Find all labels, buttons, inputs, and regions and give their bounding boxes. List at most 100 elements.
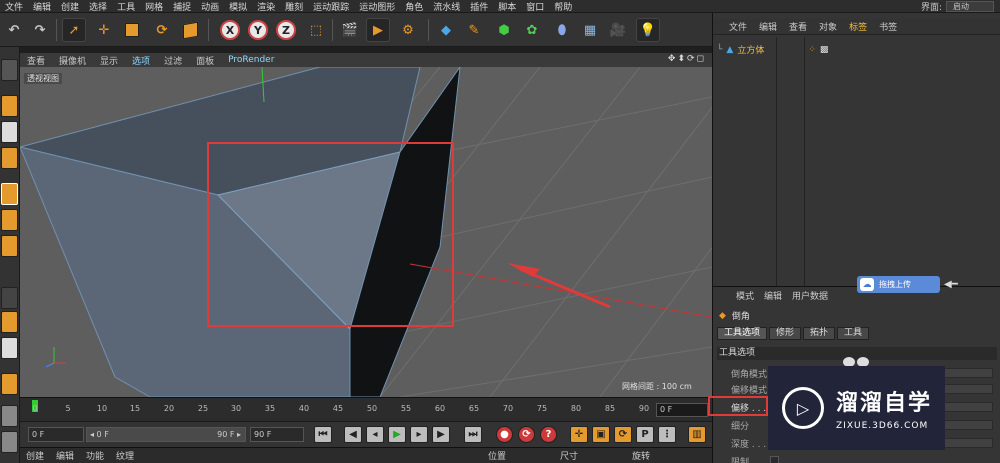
viewport-menu-display[interactable]: 显示 [93, 54, 125, 67]
viewport-menu-filter[interactable]: 过滤 [157, 54, 189, 67]
menu-tools[interactable]: 工具 [112, 0, 140, 13]
go-to-start-icon[interactable]: ⏮ [314, 426, 332, 443]
live-selection-icon[interactable] [178, 18, 202, 42]
z-axis-toggle[interactable]: Z [274, 18, 298, 42]
obj-menu-view[interactable]: 查看 [783, 20, 813, 33]
snap-icon[interactable] [1, 337, 18, 359]
viewport-menu-panel[interactable]: 面板 [189, 54, 221, 67]
menu-plugins[interactable]: 插件 [465, 0, 493, 13]
tab-tool[interactable]: 工具 [837, 327, 870, 340]
viewport-menu-prorender[interactable]: ProRender [221, 55, 281, 65]
menu-edit[interactable]: 编辑 [28, 0, 56, 13]
cloner-icon[interactable]: ✿ [520, 18, 544, 42]
menu-character[interactable]: 角色 [400, 0, 428, 13]
menu-create[interactable]: 创建 [56, 0, 84, 13]
redo-icon[interactable]: ↷ [28, 18, 52, 42]
menu-window[interactable]: 窗口 [521, 0, 549, 13]
menu-render[interactable]: 渲染 [252, 0, 280, 13]
cube-object-icon[interactable]: ◆ [434, 18, 458, 42]
menu-mograph[interactable]: 运动图形 [354, 0, 400, 13]
key-position-icon[interactable]: ✛ [570, 426, 588, 443]
texture-mode-icon[interactable] [1, 121, 18, 143]
obj-menu-objects[interactable]: 对象 [813, 20, 843, 33]
y-axis-toggle[interactable]: Y [246, 18, 270, 42]
start-frame-field[interactable]: 0 F [28, 427, 84, 442]
previous-frame-icon[interactable]: ◂ [366, 426, 384, 443]
polygons-mode-icon[interactable] [1, 235, 18, 257]
menu-mesh[interactable]: 网格 [140, 0, 168, 13]
undo-icon[interactable]: ↶ [2, 18, 26, 42]
key-rotation-icon[interactable]: ⟳ [614, 426, 632, 443]
workplane-icon[interactable] [1, 147, 18, 169]
menu-animate[interactable]: 动画 [196, 0, 224, 13]
quantize-icon[interactable] [1, 431, 18, 453]
viewport-navigation-icons[interactable]: ✥⬍⟳◻ [668, 54, 706, 64]
attr-menu-userdata[interactable]: 用户数据 [787, 289, 833, 302]
subdivision-icon[interactable]: ⬢ [492, 18, 516, 42]
obj-menu-tags[interactable]: 标签 [843, 20, 873, 33]
limit-checkbox[interactable] [770, 456, 779, 463]
key-pla-icon[interactable]: ⋮ [658, 426, 676, 443]
auto-keying-icon[interactable]: ⟳ [518, 426, 535, 443]
planar-workplane-icon[interactable] [1, 405, 18, 427]
render-settings-icon[interactable]: ⚙ [396, 18, 420, 42]
material-menu-edit[interactable]: 编辑 [50, 449, 80, 462]
edges-mode-icon[interactable] [1, 209, 18, 231]
drag-upload-button[interactable]: ☁ 拖拽上传 [857, 276, 940, 293]
tweak-mode-icon[interactable] [1, 311, 18, 333]
scale-tool-icon[interactable] [120, 18, 144, 42]
checker-tag-icon[interactable]: ▩ [820, 45, 829, 55]
x-axis-toggle[interactable]: X [218, 18, 242, 42]
deformer-icon[interactable]: ⬮ [550, 18, 574, 42]
menu-pipeline[interactable]: 流水线 [428, 0, 465, 13]
model-mode-icon[interactable] [1, 95, 18, 117]
material-menu-create[interactable]: 创建 [20, 449, 50, 462]
play-icon[interactable]: ▶ [388, 426, 406, 443]
move-tool-icon[interactable]: ✛ [92, 18, 116, 42]
points-mode-icon[interactable] [1, 183, 18, 205]
layout-select[interactable]: 启动 [946, 0, 994, 12]
menu-simulate[interactable]: 模拟 [224, 0, 252, 13]
material-menu-function[interactable]: 功能 [80, 449, 110, 462]
next-key-icon[interactable]: ▶ [432, 426, 450, 443]
key-parameter-icon[interactable]: P [636, 426, 654, 443]
range-slider[interactable]: ◂ 0 F 90 F ▸ [86, 427, 246, 442]
axis-mode-icon[interactable] [1, 287, 18, 309]
next-frame-icon[interactable]: ▸ [410, 426, 428, 443]
attr-menu-edit[interactable]: 编辑 [759, 289, 787, 302]
menu-sculpt[interactable]: 雕刻 [280, 0, 308, 13]
obj-menu-bookmarks[interactable]: 书签 [873, 20, 903, 33]
current-frame-field[interactable]: 0 F [656, 403, 708, 417]
record-key-icon[interactable]: ● [496, 426, 513, 443]
floor-icon[interactable]: ▦ [578, 18, 602, 42]
viewport-menu-cameras[interactable]: 摄像机 [52, 54, 93, 67]
menu-select[interactable]: 选择 [84, 0, 112, 13]
key-scale-icon[interactable]: ▣ [592, 426, 610, 443]
lock-workplane-icon[interactable] [1, 373, 18, 395]
object-row-cube[interactable]: └ ▲ 立方体 ⁘ ▩ [717, 43, 829, 57]
attr-menu-mode[interactable]: 模式 [731, 289, 759, 302]
menu-snap[interactable]: 捕捉 [168, 0, 196, 13]
end-frame-field[interactable]: 90 F [250, 427, 304, 442]
tab-shaping[interactable]: 修形 [769, 327, 802, 340]
obj-menu-file[interactable]: 文件 [723, 20, 753, 33]
light-icon[interactable]: 💡 [636, 18, 660, 42]
go-to-end-icon[interactable]: ⏭ [464, 426, 482, 443]
menu-script[interactable]: 脚本 [493, 0, 521, 13]
viewport-menu-options[interactable]: 选项 [125, 54, 157, 67]
menu-file[interactable]: 文件 [0, 0, 28, 13]
tab-tool-options[interactable]: 工具选项 [717, 327, 768, 340]
camera-icon[interactable]: 🎥 [606, 18, 630, 42]
keyframe-selection-icon[interactable]: ? [540, 426, 557, 443]
viewport-menu-view[interactable]: 查看 [20, 54, 52, 67]
render-picture-viewer-icon[interactable]: ▶ [366, 18, 390, 42]
make-editable-icon[interactable] [1, 59, 18, 81]
render-view-icon[interactable]: 🎬 [338, 18, 362, 42]
tab-topology[interactable]: 拓扑 [803, 327, 836, 340]
pen-spline-icon[interactable]: ✎ [462, 18, 486, 42]
menu-motion-tracking[interactable]: 运动跟踪 [308, 0, 354, 13]
select-tool-icon[interactable]: ➚ [62, 18, 86, 42]
obj-menu-edit[interactable]: 编辑 [753, 20, 783, 33]
timeline-window-icon[interactable]: ▥ [688, 426, 706, 443]
rotate-tool-icon[interactable]: ⟳ [150, 18, 174, 42]
